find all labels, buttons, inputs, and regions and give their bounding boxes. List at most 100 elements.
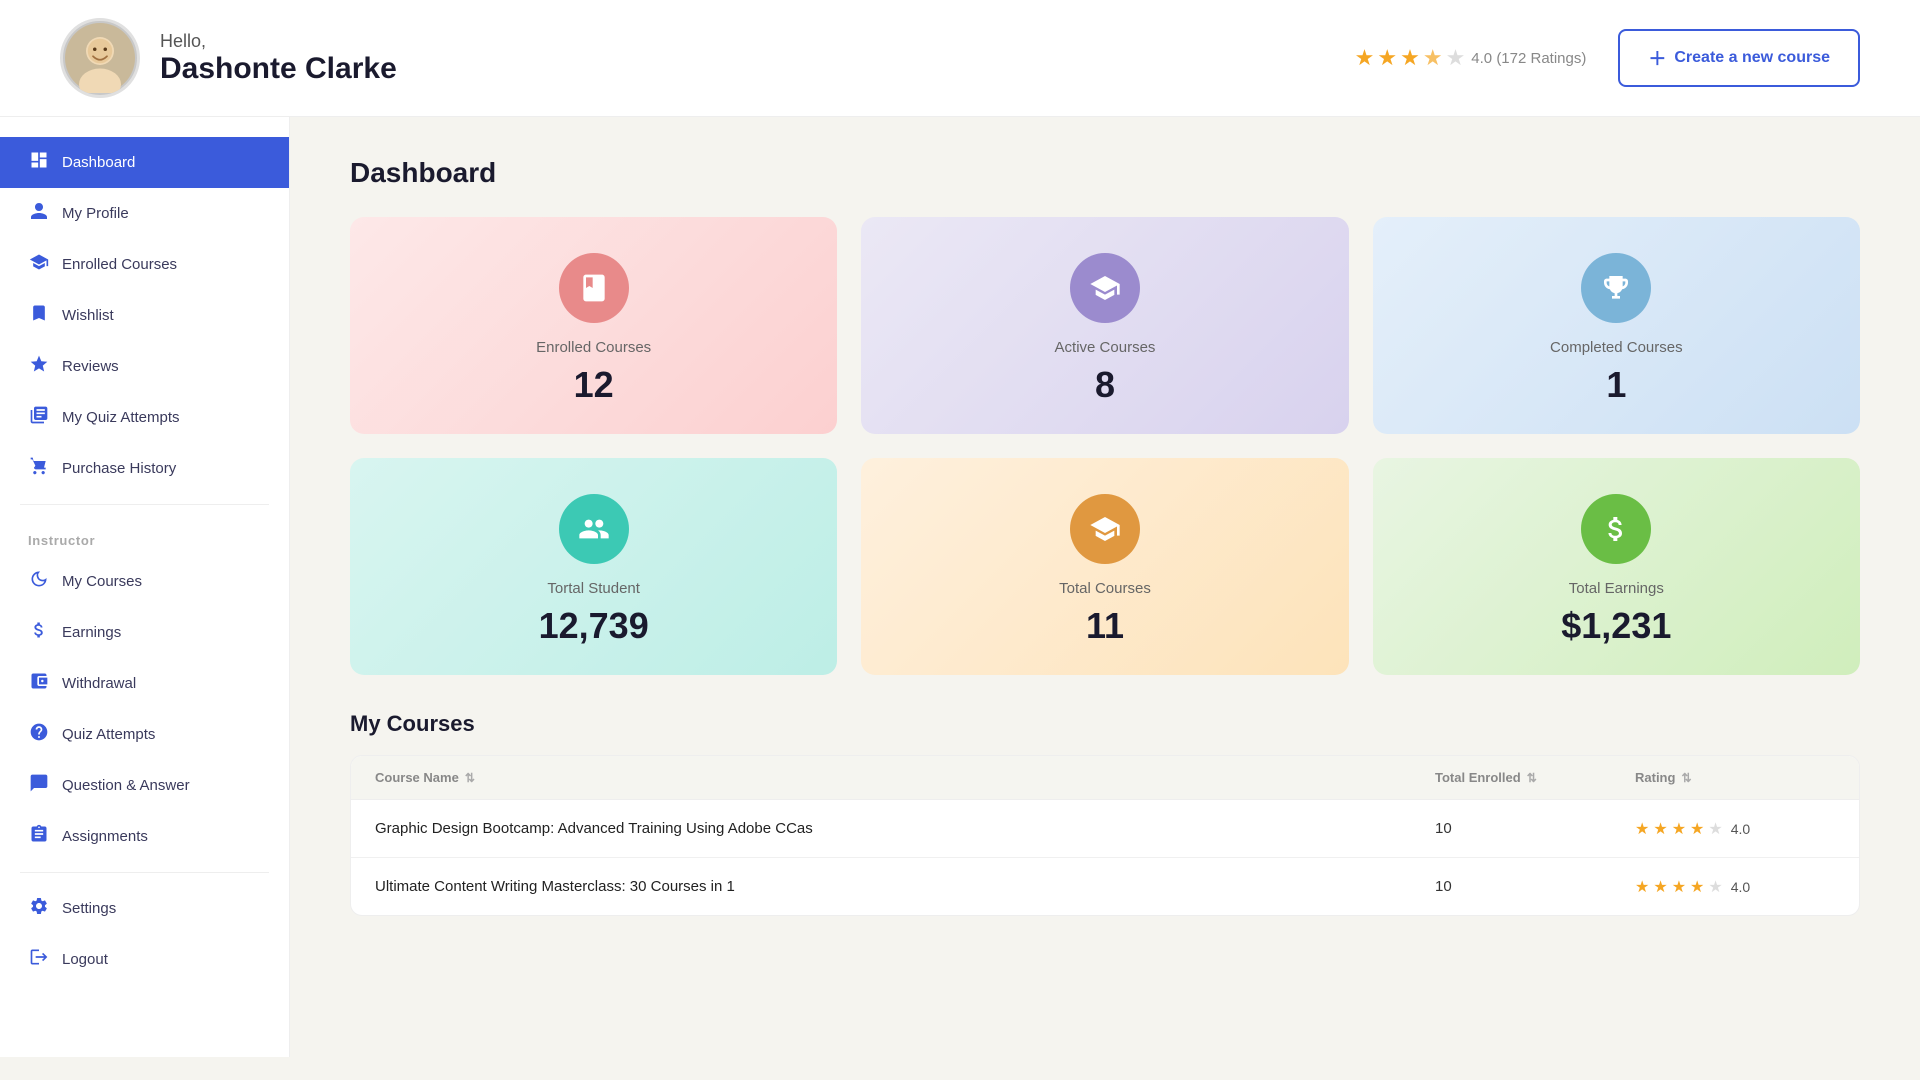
active-value: 8 xyxy=(1095,364,1115,406)
greeting-block: Hello, Dashonte Clarke xyxy=(160,31,397,86)
c2-star-5: ★ xyxy=(1708,877,1722,897)
rating-text: 4.0 (172 Ratings) xyxy=(1471,50,1586,67)
row-rating-2: ★ ★ ★ ★ ★ 4.0 xyxy=(1635,877,1835,897)
table-row: Ultimate Content Writing Masterclass: 30… xyxy=(351,858,1859,915)
c2-star-3: ★ xyxy=(1672,877,1686,897)
c1-star-1: ★ xyxy=(1635,819,1649,839)
sidebar-item-settings[interactable]: Settings xyxy=(0,883,289,934)
table-header: Course Name ⇅ Total Enrolled ⇅ Rating ⇅ xyxy=(351,756,1859,800)
completed-label: Completed Courses xyxy=(1550,339,1683,356)
c2-star-4: ★ xyxy=(1690,877,1704,897)
total-earnings-value: $1,231 xyxy=(1561,605,1671,647)
total-courses-value: 11 xyxy=(1086,605,1124,647)
sidebar-label-my-courses: My Courses xyxy=(62,573,142,590)
c1-star-5: ★ xyxy=(1708,819,1722,839)
sidebar-divider-1 xyxy=(20,504,269,505)
sidebar-label-my-profile: My Profile xyxy=(62,205,129,222)
sidebar-item-dashboard[interactable]: Dashboard xyxy=(0,137,289,188)
c1-star-4: ★ xyxy=(1690,819,1704,839)
graduation-icon xyxy=(28,252,50,277)
sort-icon-name[interactable]: ⇅ xyxy=(465,771,475,785)
sidebar-item-enrolled-courses[interactable]: Enrolled Courses xyxy=(0,239,289,290)
completed-icon-circle xyxy=(1581,253,1651,323)
avatar xyxy=(60,18,140,98)
create-course-label: Create a new course xyxy=(1674,49,1830,67)
instructor-section-label: Instructor xyxy=(0,515,289,556)
stat-card-total-courses: Total Courses 11 xyxy=(861,458,1348,675)
sort-icon-rating[interactable]: ⇅ xyxy=(1681,771,1691,785)
user-name: Dashonte Clarke xyxy=(160,52,397,86)
page-title: Dashboard xyxy=(350,157,1860,189)
sidebar-item-withdrawal[interactable]: Withdrawal xyxy=(0,658,289,709)
bookmark-icon xyxy=(28,303,50,328)
enrolled-label: Enrolled Courses xyxy=(536,339,651,356)
rating-section: ★ ★ ★ ★ ★ 4.0 (172 Ratings) xyxy=(1355,45,1587,71)
star-icon xyxy=(28,354,50,379)
wallet-icon xyxy=(28,671,50,696)
sidebar-item-quiz-attempts-student[interactable]: My Quiz Attempts xyxy=(0,392,289,443)
header-course-name: Course Name ⇅ xyxy=(375,770,1435,785)
table-row: Graphic Design Bootcamp: Advanced Traini… xyxy=(351,800,1859,858)
star-5: ★ xyxy=(1446,45,1466,71)
sidebar-label-logout: Logout xyxy=(62,951,108,968)
sidebar-item-assignments[interactable]: Assignments xyxy=(0,811,289,862)
c2-star-2: ★ xyxy=(1653,877,1667,897)
rocket-icon xyxy=(28,569,50,594)
c1-star-3: ★ xyxy=(1672,819,1686,839)
sidebar-label-wishlist: Wishlist xyxy=(62,307,114,324)
c1-rating-val: 4.0 xyxy=(1731,821,1750,837)
quiz2-icon xyxy=(28,722,50,747)
total-earnings-label: Total Earnings xyxy=(1569,580,1664,597)
sidebar-label-qa: Question & Answer xyxy=(62,777,190,794)
star-4: ★ xyxy=(1423,45,1443,71)
sidebar-item-my-courses[interactable]: My Courses xyxy=(0,556,289,607)
sidebar-label-reviews: Reviews xyxy=(62,358,119,375)
sidebar-item-quiz-attempts[interactable]: Quiz Attempts xyxy=(0,709,289,760)
sidebar-item-my-profile[interactable]: My Profile xyxy=(0,188,289,239)
stat-card-total-earnings: Total Earnings $1,231 xyxy=(1373,458,1860,675)
sidebar-item-purchase-history[interactable]: Purchase History xyxy=(0,443,289,494)
completed-value: 1 xyxy=(1606,364,1626,406)
sidebar-label-earnings: Earnings xyxy=(62,624,121,641)
stat-card-total-student: Tortal Student 12,739 xyxy=(350,458,837,675)
stat-card-enrolled: Enrolled Courses 12 xyxy=(350,217,837,434)
sort-icon-enrolled[interactable]: ⇅ xyxy=(1527,771,1537,785)
sidebar-item-reviews[interactable]: Reviews xyxy=(0,341,289,392)
enrolled-icon-circle xyxy=(559,253,629,323)
header-right: ★ ★ ★ ★ ★ 4.0 (172 Ratings) ＋ Create a n… xyxy=(1355,29,1860,87)
sidebar: Dashboard My Profile Enrolled Courses Wi… xyxy=(0,117,290,1057)
sidebar-item-wishlist[interactable]: Wishlist xyxy=(0,290,289,341)
sidebar-item-earnings[interactable]: Earnings xyxy=(0,607,289,658)
person-icon xyxy=(28,201,50,226)
total-student-label: Tortal Student xyxy=(547,580,640,597)
sidebar-item-question-answer[interactable]: Question & Answer xyxy=(0,760,289,811)
enroll-count-1: 10 xyxy=(1435,820,1635,837)
sidebar-label-quiz-attempts: Quiz Attempts xyxy=(62,726,155,743)
greeting-text: Hello, xyxy=(160,31,397,52)
header-stars: ★ ★ ★ ★ ★ xyxy=(1355,45,1466,71)
total-courses-label: Total Courses xyxy=(1059,580,1151,597)
quiz-icon xyxy=(28,405,50,430)
sidebar-label-dashboard: Dashboard xyxy=(62,154,135,171)
total-courses-icon-circle xyxy=(1070,494,1140,564)
dollar-icon xyxy=(28,620,50,645)
enroll-count-2: 10 xyxy=(1435,878,1635,895)
c2-rating-val: 4.0 xyxy=(1731,879,1750,895)
header-rating: Rating ⇅ xyxy=(1635,770,1835,785)
logout-icon xyxy=(28,947,50,972)
main-content: Dashboard Enrolled Courses 12 Active Cou… xyxy=(290,117,1920,1057)
c2-star-1: ★ xyxy=(1635,877,1649,897)
header-total-enrolled: Total Enrolled ⇅ xyxy=(1435,770,1635,785)
stat-card-active: Active Courses 8 xyxy=(861,217,1348,434)
stats-grid: Enrolled Courses 12 Active Courses 8 Com… xyxy=(350,217,1860,675)
course-name-2: Ultimate Content Writing Masterclass: 30… xyxy=(375,876,1435,897)
row-rating-1: ★ ★ ★ ★ ★ 4.0 xyxy=(1635,819,1835,839)
qa-icon xyxy=(28,773,50,798)
sidebar-item-logout[interactable]: Logout xyxy=(0,934,289,985)
sidebar-label-settings: Settings xyxy=(62,900,116,917)
create-course-button[interactable]: ＋ Create a new course xyxy=(1618,29,1860,87)
sidebar-label-quiz-student: My Quiz Attempts xyxy=(62,409,180,426)
c1-star-2: ★ xyxy=(1653,819,1667,839)
assign-icon xyxy=(28,824,50,849)
stat-card-completed: Completed Courses 1 xyxy=(1373,217,1860,434)
